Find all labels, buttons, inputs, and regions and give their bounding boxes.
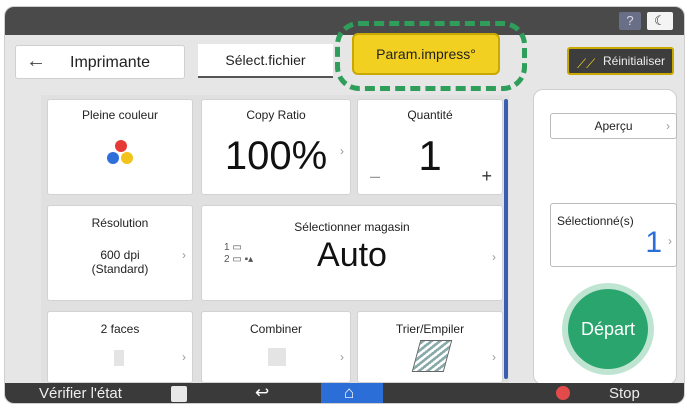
copy-ratio-value: 100% [224,134,328,178]
selected-label: Sélectionné(s) [557,214,634,228]
device-frame: ? ☾ ← Imprimante Sélect.fichier Param.im… [0,0,689,409]
chevron-right-icon: › [340,144,344,158]
plus-icon[interactable]: + [481,166,492,187]
resolution-value: 600 dpi [100,248,140,262]
sort-label: Trier/Empiler [395,322,465,336]
selected-button[interactable]: Sélectionné(s) 1 › [550,203,677,267]
back-icon[interactable]: ↩ [255,383,269,403]
color-tile[interactable]: Pleine couleur [47,99,193,195]
sort-icon [411,340,453,372]
duplex-icon [114,350,124,366]
duplex-label: 2 faces [100,322,140,336]
chevron-right-icon: › [182,350,186,364]
highlight-ring [335,21,527,91]
page-title: Imprimante [70,54,151,71]
sort-tile[interactable]: Trier/Empiler › [357,311,503,383]
combine-tile[interactable]: Combiner › [201,311,351,383]
combine-icon [268,348,286,366]
chevron-right-icon: › [492,250,496,264]
chevron-right-icon: › [492,350,496,364]
chevron-right-icon: › [668,234,672,248]
preview-button[interactable]: Aperçu › [550,113,677,139]
scrollbar[interactable] [504,99,508,379]
preview-label: Aperçu [594,119,633,133]
tray-label: Sélectionner magasin [294,220,410,234]
chevron-right-icon: › [340,350,344,364]
selected-count: 1 [645,226,662,259]
stop-button[interactable]: Stop [609,385,640,402]
tray-tile[interactable]: Sélectionner magasin 1 ▭ 2 ▭ ▪▴ Auto › [201,205,503,301]
chevron-right-icon: › [182,248,186,262]
duplex-tile[interactable]: 2 faces › [47,311,193,383]
reset-label: Réinitialiser [603,54,666,68]
back-arrow-icon[interactable]: ← [26,50,46,73]
check-status-button[interactable]: Vérifier l'état [39,385,122,402]
tab-select-file[interactable]: Sélect.fichier [198,44,333,78]
tray-value: Auto [317,236,387,274]
resolution-label: Résolution [91,216,149,230]
quantity-label: Quantité [407,108,453,122]
start-button[interactable]: Départ [568,289,648,369]
reset-icon: ⟋⟋ [577,56,596,71]
minus-icon[interactable]: – [370,166,380,187]
color-dots-icon [101,140,141,174]
quantity-tile[interactable]: Quantité 1 – + [357,99,503,195]
chevron-right-icon: › [666,119,670,133]
color-label: Pleine couleur [81,108,159,122]
reset-button[interactable]: ⟋⟋ Réinitialiser [567,47,674,75]
moon-icon[interactable]: ☾ [647,12,673,30]
stop-icon[interactable] [556,386,570,400]
printer-panel: ? ☾ ← Imprimante Sélect.fichier Param.im… [4,6,685,404]
resolution-tile[interactable]: Résolution 600 dpi (Standard) › [47,205,193,301]
status-icon[interactable] [171,386,187,402]
help-icon[interactable]: ? [619,12,641,30]
home-icon: ⌂ [344,383,355,402]
copy-ratio-tile[interactable]: Copy Ratio 100% › [201,99,351,195]
copy-ratio-label: Copy Ratio [246,108,306,122]
resolution-mode: (Standard) [91,262,149,276]
combine-label: Combiner [249,322,303,336]
home-button[interactable]: ⌂ [321,383,383,403]
back-tab[interactable]: ← Imprimante [15,45,185,79]
